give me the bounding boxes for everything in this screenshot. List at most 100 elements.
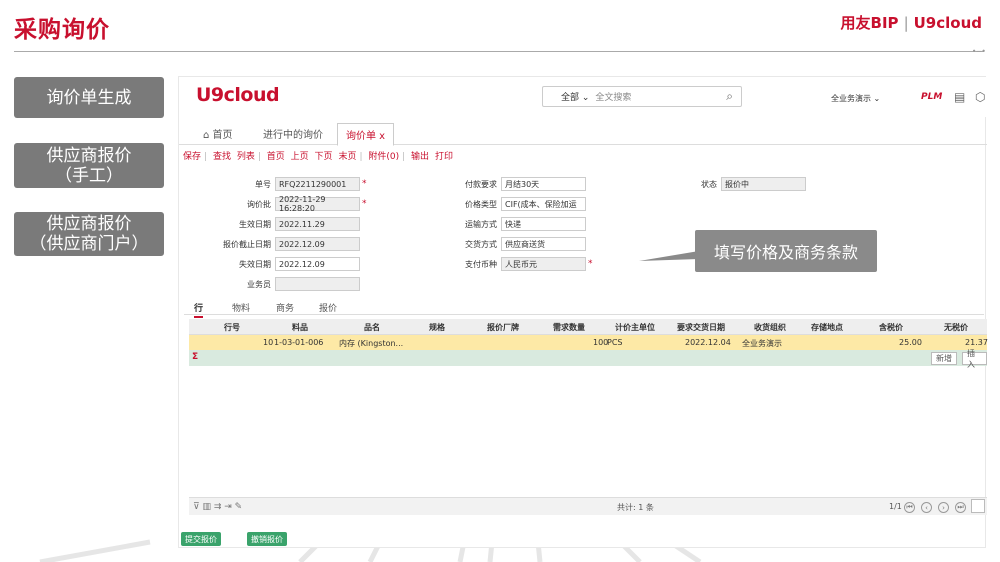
sum-icon: Σ	[192, 352, 199, 362]
status-input: 报价中	[721, 177, 806, 191]
field-salesman: 业务员	[185, 277, 360, 291]
grid-header: 行号 料品 品名 规格 报价厂牌 需求数量 计价主单位 要求交货日期 收货组织 …	[189, 319, 987, 335]
prev-page-button[interactable]: 上页	[291, 152, 309, 162]
cell-demand-qty[interactable]: 100	[593, 338, 608, 347]
step-label: 询价单生成	[46, 87, 132, 108]
print-button[interactable]: 打印	[435, 152, 453, 162]
cell-receiving-org[interactable]: 全业务演示	[742, 338, 782, 349]
delivery-method-select[interactable]: 供应商送货	[501, 237, 586, 251]
field-payment-terms: 付款要求 月结30天	[411, 177, 586, 191]
field-quote-deadline: 报价截止日期 2022.12.09	[185, 237, 360, 251]
field-status: 状态 报价中	[631, 177, 806, 191]
submit-quote-button[interactable]: 提交报价	[181, 532, 221, 546]
col-required-date[interactable]: 要求交货日期	[677, 322, 725, 333]
col-pricing-unit[interactable]: 计价主单位	[615, 322, 655, 333]
step-label: 供应商报价	[46, 145, 132, 166]
doc-no-input[interactable]: RFQ2211290001	[275, 177, 360, 191]
app-topbar: U9cloud 全部 ⌄ 全文搜索 ⌕ 全业务演示 ⌄ PLM ▤ ⬡	[179, 77, 987, 117]
cell-item[interactable]: 1-03-01-006	[274, 338, 323, 347]
search-scope-select[interactable]: 全部 ⌄	[561, 90, 589, 103]
first-page-button[interactable]: 首页	[267, 152, 285, 162]
page-size-box[interactable]	[971, 499, 985, 513]
field-label: 生效日期	[239, 219, 271, 229]
subtab-quote[interactable]: 报价	[319, 301, 337, 314]
search-box[interactable]: 全部 ⌄ 全文搜索 ⌕	[542, 86, 742, 107]
inquiry-batch-input[interactable]: 2022-11-29 16:28:20	[275, 195, 360, 213]
table-row[interactable]: 10 1-03-01-006 内存 (Kingston... 100 PCS 2…	[189, 335, 988, 350]
field-expiry-date: 失效日期 2022.12.09	[185, 257, 360, 271]
add-row-button[interactable]: 新增	[931, 352, 957, 365]
last-page-icon[interactable]: ⏭	[955, 502, 966, 513]
next-page-button[interactable]: 下页	[315, 152, 333, 162]
col-tax-excl-price[interactable]: 无税价	[944, 322, 968, 333]
tab-inquiry-form[interactable]: 询价单 x	[337, 123, 395, 146]
prev-page-icon[interactable]: ‹	[921, 502, 932, 513]
step-supplier-quote-manual[interactable]: 供应商报价 （手工）	[14, 143, 164, 188]
cell-tax-excl-price[interactable]: 21.37	[965, 338, 988, 347]
attachment-button[interactable]: 附件(0)	[368, 152, 399, 162]
col-storage[interactable]: 存储地点	[811, 322, 843, 333]
field-label: 支付币种	[465, 259, 497, 269]
col-receiving-org[interactable]: 收货组织	[754, 322, 786, 333]
u9-app-window: U9cloud 全部 ⌄ 全文搜索 ⌕ 全业务演示 ⌄ PLM ▤ ⬡ ⌂ 首页…	[178, 76, 988, 548]
cell-required-date[interactable]: 2022.12.04	[685, 338, 731, 347]
tab-home[interactable]: ⌂ 首页	[203, 126, 233, 141]
page-tabs: ⌂ 首页 进行中的询价 询价单 x	[179, 121, 987, 146]
transport-input[interactable]: 快递	[501, 217, 586, 231]
plm-link[interactable]: PLM	[921, 92, 942, 102]
quote-deadline-input[interactable]: 2022.12.09	[275, 237, 360, 251]
cell-item-name[interactable]: 内存 (Kingston...	[339, 338, 403, 349]
cell-line-no[interactable]: 10	[263, 338, 273, 347]
effective-date-input[interactable]: 2022.11.29	[275, 217, 360, 231]
col-item[interactable]: 料品	[292, 322, 308, 333]
subtab-line[interactable]: 行	[194, 301, 204, 318]
step-supplier-quote-portal[interactable]: 供应商报价 （供应商门户）	[14, 212, 164, 256]
payment-terms-input[interactable]: 月结30天	[501, 177, 586, 191]
col-spec[interactable]: 规格	[429, 322, 445, 333]
currency-input[interactable]: 人民币元	[501, 257, 586, 271]
expiry-date-input[interactable]: 2022.12.09	[275, 257, 360, 271]
home-icon: ⌂	[203, 130, 210, 141]
output-button[interactable]: 输出	[411, 152, 429, 162]
document-icon[interactable]: ▤	[954, 90, 965, 104]
col-item-name[interactable]: 品名	[364, 322, 380, 333]
field-delivery-method: 交货方式 供应商送货	[411, 237, 586, 251]
callout-fill-price: 填写价格及商务条款	[695, 230, 877, 272]
list-button[interactable]: 列表	[237, 152, 255, 162]
col-tax-incl-price[interactable]: 含税价	[879, 322, 903, 333]
col-line-no[interactable]: 行号	[224, 322, 240, 333]
salesman-input[interactable]	[275, 277, 360, 291]
save-button[interactable]: 保存	[183, 152, 201, 162]
price-type-select[interactable]: CIF(成本、保险加运	[501, 197, 586, 211]
col-quote-brand[interactable]: 报价厂牌	[487, 322, 519, 333]
field-label: 单号	[255, 179, 271, 189]
find-button[interactable]: 查找	[213, 152, 231, 162]
field-label: 付款要求	[465, 179, 497, 189]
subtab-business[interactable]: 商务	[276, 301, 294, 314]
first-page-icon[interactable]: ⏮	[904, 502, 915, 513]
search-icon[interactable]: ⌕	[726, 89, 733, 104]
cell-pricing-unit[interactable]: PCS	[607, 338, 623, 347]
cube-icon[interactable]: ⬡	[975, 90, 985, 104]
insert-row-button[interactable]: 插入	[962, 349, 987, 369]
filter-icon[interactable]: ⊽ ▥ ⇉ ⇥ ✎	[193, 502, 242, 512]
subtab-material[interactable]: 物料	[232, 301, 250, 314]
search-input[interactable]: 全文搜索	[595, 90, 631, 103]
next-page-icon[interactable]: ›	[938, 502, 949, 513]
page-indicator: 1/1	[889, 502, 902, 511]
step-label: 供应商报价	[46, 214, 132, 234]
tab-inquiry-in-progress[interactable]: 进行中的询价	[263, 126, 323, 141]
field-label: 失效日期	[239, 259, 271, 269]
slide-title: 采购询价	[14, 17, 110, 43]
brand-logo: 用友BIP | U9cloud	[841, 12, 982, 33]
title-rule	[14, 51, 984, 52]
col-demand-qty[interactable]: 需求数量	[553, 322, 585, 333]
org-select[interactable]: 全业务演示 ⌄	[831, 93, 880, 104]
revoke-quote-button[interactable]: 撤销报价	[247, 532, 287, 546]
step-inquiry-generate[interactable]: 询价单生成	[14, 77, 164, 118]
field-price-type: 价格类型 CIF(成本、保险加运	[411, 197, 586, 211]
last-page-button[interactable]: 末页	[338, 152, 356, 162]
detail-subtabs: 行 物料 商务 报价	[184, 297, 984, 318]
field-label: 价格类型	[465, 199, 497, 209]
cell-tax-incl-price[interactable]: 25.00	[899, 338, 922, 347]
